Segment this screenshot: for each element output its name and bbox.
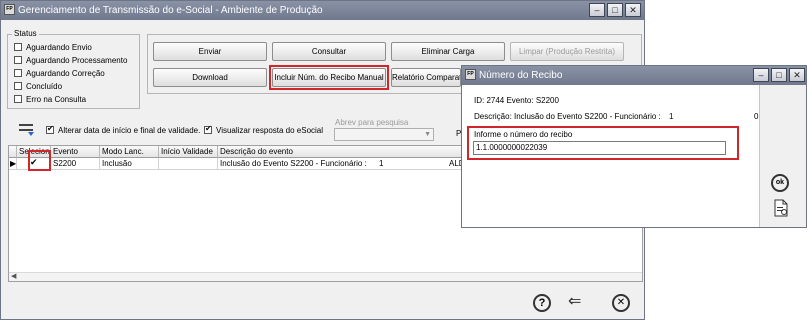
enviar-button[interactable]: Enviar (153, 42, 267, 61)
checkbox[interactable] (14, 81, 22, 90)
help-button[interactable]: ? (533, 294, 551, 312)
status-group-title: Status (12, 29, 39, 38)
recibo-dialog: FP Número do Recibo – □ ✕ ID: 2744 Event… (461, 65, 807, 228)
status-label: Aguardando Correção (26, 69, 105, 78)
minimize-button[interactable]: – (589, 3, 605, 17)
dialog-descricao-num: 1 (669, 112, 674, 121)
checkbox[interactable] (14, 68, 22, 77)
col-inicio-validade[interactable]: Início Validade (159, 146, 218, 158)
dialog-close-button[interactable]: ✕ (789, 68, 805, 82)
window-title: Gerenciamento de Transmissão do e-Social… (18, 5, 323, 16)
row-indicator-header (9, 146, 17, 158)
incluir-highlight (269, 65, 389, 90)
row-pointer[interactable]: ▶ (9, 158, 17, 170)
maximize-button[interactable]: □ (607, 3, 623, 17)
status-label: Erro na Consulta (26, 95, 87, 104)
status-erro-consulta[interactable]: Erro na Consulta (14, 94, 87, 107)
chevron-down-icon: ▼ (424, 131, 431, 138)
col-modo-lanc[interactable]: Modo Lanc. (100, 146, 159, 158)
visualizar-label: Visualizar resposta do eSocial (216, 126, 324, 135)
app-icon: FP (465, 69, 476, 80)
dialog-content: ID: 2744 Evento: S2200 Descrição: Inclus… (462, 85, 760, 227)
status-aguardando-correcao[interactable]: Aguardando Correção (14, 68, 105, 81)
status-aguardando-processamento[interactable]: Aguardando Processamento (14, 55, 128, 68)
status-group: Status Aguardando Envio Aguardando Proce… (7, 29, 140, 109)
eliminar-carga-button[interactable]: Eliminar Carga (391, 42, 505, 61)
row-pointer-icon: ▶ (10, 159, 17, 168)
col-evento[interactable]: Evento (51, 146, 100, 158)
app-icon: FP (4, 4, 15, 15)
recibo-input[interactable]: 1.1.0000000022039 (473, 141, 726, 155)
checkbox[interactable] (46, 124, 54, 134)
ok-button[interactable]: ok (771, 174, 789, 192)
abrev-pesquisa-label: Abrev para pesquisa (335, 118, 409, 127)
back-arrow-button[interactable]: ⇐ (568, 293, 588, 311)
document-save-icon[interactable] (773, 199, 789, 217)
relatorio-comparativo-button[interactable]: Relatório Comparativo (391, 68, 461, 87)
alterar-data-option[interactable]: Alterar data de início e final de valida… (46, 124, 201, 138)
dialog-maximize-button[interactable]: □ (771, 68, 787, 82)
status-label: Aguardando Envio (26, 43, 92, 52)
status-label: Aguardando Processamento (26, 56, 128, 65)
consultar-button[interactable]: Consultar (272, 42, 386, 61)
seleciona-highlight (28, 150, 51, 171)
dialog-titlebar[interactable]: FP Número do Recibo – □ ✕ (462, 66, 806, 85)
exit-button[interactable]: ✕ (612, 294, 630, 312)
main-titlebar[interactable]: FP Gerenciamento de Transmissão do e-Soc… (1, 1, 644, 20)
checkbox[interactable] (14, 42, 22, 51)
limpar-producao-button[interactable]: Limpar (Produção Restrita) (510, 42, 624, 61)
close-button[interactable]: ✕ (625, 3, 641, 17)
alterar-data-label: Alterar data de início e final de valida… (58, 126, 201, 135)
scroll-left-icon[interactable]: ◀ (11, 272, 16, 280)
row-descricao-num: 1 (379, 159, 384, 168)
status-concluido[interactable]: Concluído (14, 81, 63, 94)
row-modo-cell: Inclusão (100, 158, 159, 170)
status-label: Concluído (26, 82, 63, 91)
abrev-pesquisa-select[interactable]: ▼ (334, 128, 434, 141)
horizontal-scrollbar[interactable]: ◀ (9, 272, 642, 281)
download-button[interactable]: Download (153, 68, 267, 87)
checkbox[interactable] (14, 94, 22, 103)
checkbox[interactable] (14, 55, 22, 64)
row-evento-cell: S2200 (51, 158, 100, 170)
row-inicio-cell (159, 158, 218, 170)
dialog-descricao-extra: 0 (754, 112, 759, 121)
dialog-descricao-line: Descrição: Inclusão do Evento S2200 - Fu… (474, 112, 661, 121)
visualizar-resposta-option[interactable]: Visualizar resposta do eSocial (204, 124, 324, 138)
row-descricao-text: Inclusão do Evento S2200 - Funcionário : (220, 159, 367, 168)
options-icon[interactable] (18, 121, 36, 137)
dialog-id-line: ID: 2744 Evento: S2200 (474, 96, 559, 105)
dialog-title: Número do Recibo (479, 70, 563, 81)
checkbox[interactable] (204, 124, 212, 134)
recibo-label: Informe o número do recibo (474, 130, 573, 139)
dialog-minimize-button[interactable]: – (753, 68, 769, 82)
status-aguardando-envio[interactable]: Aguardando Envio (14, 42, 92, 55)
